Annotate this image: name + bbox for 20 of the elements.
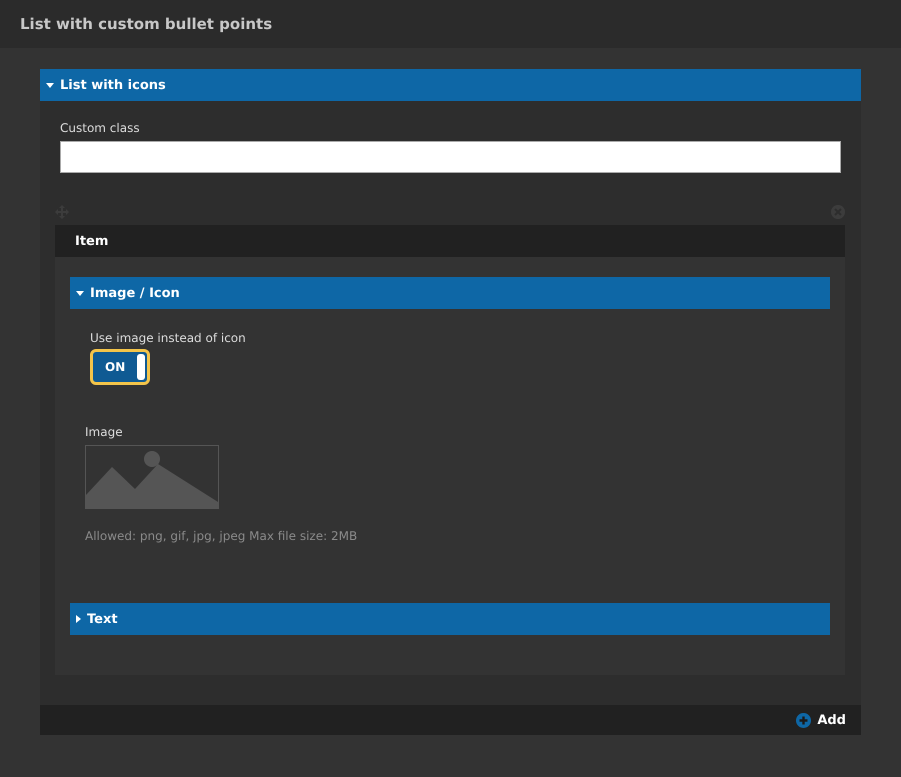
file-hint: Allowed: png, gif, jpg, jpeg Max file size: 2MB xyxy=(85,529,358,543)
item-title: Item xyxy=(75,234,108,248)
text-field[interactable] xyxy=(60,141,841,173)
image-placeholder-icon[interactable] xyxy=(85,445,219,509)
field-label: Use image instead of icon xyxy=(90,331,246,345)
caret-right-icon[interactable] xyxy=(76,615,81,623)
caret-down-icon[interactable] xyxy=(76,290,84,296)
toggle-switch[interactable]: ON xyxy=(90,349,150,385)
page-title: List with custom bullet points xyxy=(20,15,272,33)
section-title: Image / Icon xyxy=(90,286,180,300)
field-label: Custom class xyxy=(60,121,140,135)
section-title: List with icons xyxy=(60,78,166,92)
section-header[interactable]: List with icons xyxy=(40,69,861,101)
field-label: Image xyxy=(85,425,123,439)
caret-down-icon[interactable] xyxy=(46,82,54,88)
section-header[interactable]: Image / Icon xyxy=(70,277,830,309)
section-header[interactable]: Text xyxy=(70,603,830,635)
add-button[interactable]: Add xyxy=(796,712,846,728)
section-title: Text xyxy=(87,612,118,626)
plus-icon[interactable] xyxy=(796,712,812,728)
